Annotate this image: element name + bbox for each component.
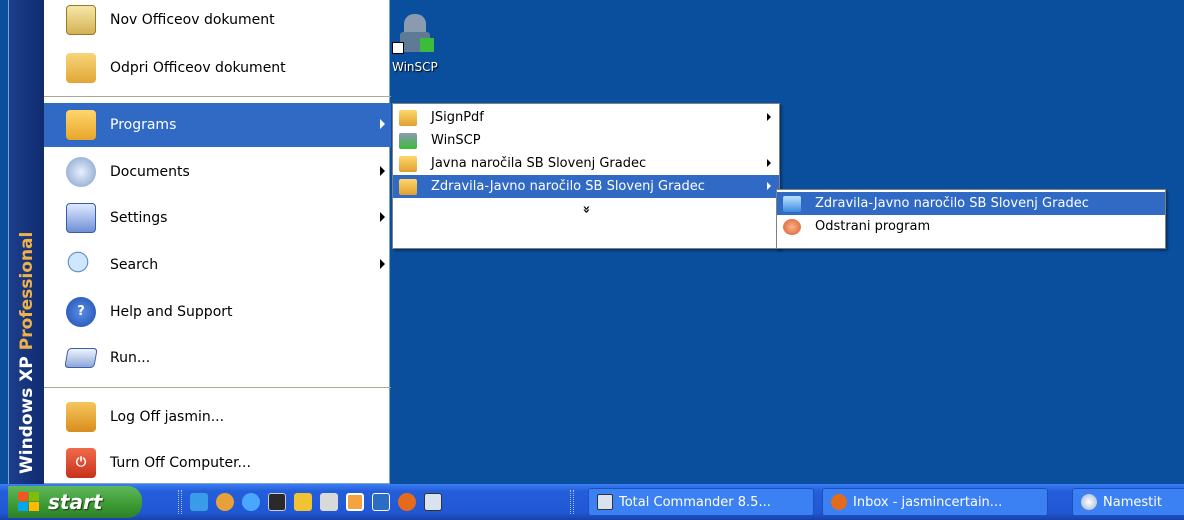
submenu-item-label: Zdravila-Javno naročilo SB Slovenj Grade… bbox=[815, 196, 1089, 211]
help-icon: ? bbox=[66, 297, 96, 327]
menu-item-documents[interactable]: Documents bbox=[44, 150, 391, 194]
menu-item-label: Search bbox=[110, 257, 159, 273]
winscp-icon bbox=[392, 14, 434, 56]
desktop-icon-label: WinSCP bbox=[392, 60, 438, 74]
submenu-item-label: Javna naročila SB Slovenj Gradec bbox=[431, 156, 647, 171]
submenu-item-winscp[interactable]: WinSCP bbox=[393, 129, 779, 152]
submenu-item-label: JSignPdf bbox=[431, 110, 484, 125]
submenu-arrow-icon bbox=[380, 259, 385, 269]
separator bbox=[44, 96, 391, 97]
submenu-item-zdravila[interactable]: Zdravila-Javno naročilo SB Slovenj Grade… bbox=[393, 175, 779, 198]
settings-icon bbox=[66, 203, 96, 233]
user-icon[interactable] bbox=[320, 493, 338, 511]
total-commander-icon bbox=[597, 494, 613, 510]
menu-item-log-off[interactable]: Log Off jasmin... bbox=[44, 395, 391, 439]
submenu-arrow-icon bbox=[767, 159, 771, 167]
submenu-arrow-icon bbox=[767, 182, 771, 190]
start-menu-banner: Windows XP Professional bbox=[9, 0, 44, 484]
zdravila-submenu: Zdravila-Javno naročilo SB Slovenj Grade… bbox=[776, 189, 1166, 249]
ie-icon[interactable] bbox=[190, 493, 208, 511]
task-label: Namestit bbox=[1103, 494, 1162, 510]
menu-item-label: Programs bbox=[110, 117, 177, 133]
banner-edition: Professional bbox=[17, 231, 37, 351]
task-namestit[interactable]: Namestit bbox=[1072, 488, 1184, 516]
submenu-item-label: WinSCP bbox=[431, 133, 481, 148]
menu-item-label: Nov Officeov dokument bbox=[110, 12, 275, 28]
banner-windows-xp: Windows XP bbox=[17, 356, 37, 474]
ie-blue-icon[interactable] bbox=[242, 493, 260, 511]
desktop-icon-winscp[interactable]: WinSCP bbox=[392, 14, 452, 74]
programs-submenu: JSignPdf WinSCP Javna naročila SB Sloven… bbox=[392, 103, 780, 249]
menu-item-label: Odpri Officeov dokument bbox=[110, 60, 286, 76]
submenu-item-javna-narocila[interactable]: Javna naročila SB Slovenj Gradec bbox=[393, 152, 779, 175]
menu-item-label: Run... bbox=[110, 350, 151, 366]
documents-icon bbox=[66, 157, 96, 187]
program-group-icon bbox=[399, 109, 417, 126]
pinned-open-office-document[interactable]: Odpri Officeov dokument bbox=[44, 46, 391, 90]
program-group-icon bbox=[399, 178, 417, 195]
task-total-commander[interactable]: Total Commander 8.5... bbox=[588, 488, 814, 516]
firefox-icon bbox=[831, 494, 847, 510]
chevron-down-icon: » bbox=[578, 205, 594, 214]
run-icon bbox=[64, 348, 98, 368]
vb-icon[interactable] bbox=[372, 493, 390, 511]
programs-icon bbox=[66, 110, 96, 140]
open-office-document-icon bbox=[66, 53, 96, 83]
menu-item-run[interactable]: Run... bbox=[44, 336, 391, 380]
expand-menu-button[interactable]: » bbox=[393, 198, 779, 221]
submenu-arrow-icon bbox=[380, 166, 385, 176]
program-group-icon bbox=[399, 155, 417, 172]
installer-icon bbox=[1081, 494, 1097, 510]
clock-icon[interactable] bbox=[346, 493, 364, 511]
new-office-document-icon bbox=[66, 5, 96, 35]
start-label: start bbox=[48, 490, 103, 514]
menu-item-label: Log Off jasmin... bbox=[110, 409, 225, 425]
submenu-arrow-icon bbox=[380, 212, 385, 222]
application-icon bbox=[783, 195, 801, 212]
start-button[interactable]: start bbox=[8, 486, 142, 518]
taskbar: start Total Commander 8.5... Inbox - jas… bbox=[0, 484, 1184, 520]
submenu-item-label: Odstrani program bbox=[815, 219, 931, 234]
taskbar-handle[interactable] bbox=[570, 490, 574, 514]
power-icon: ⏻ bbox=[66, 448, 96, 478]
firefox-icon[interactable] bbox=[398, 493, 416, 511]
task-label: Inbox - jasmincertain... bbox=[853, 494, 1003, 510]
start-menu: Windows XP Professional Nov Officeov dok… bbox=[8, 0, 391, 485]
console-icon[interactable] bbox=[268, 493, 286, 511]
task-label: Total Commander 8.5... bbox=[619, 494, 771, 510]
menu-item-label: Documents bbox=[110, 164, 190, 180]
search-icon bbox=[66, 250, 96, 280]
menu-item-search[interactable]: Search bbox=[44, 243, 391, 287]
winscp-icon bbox=[399, 132, 417, 149]
quick-launch-handle[interactable] bbox=[178, 490, 182, 514]
submenu-item-label: Zdravila-Javno naročilo SB Slovenj Grade… bbox=[431, 179, 705, 194]
menu-item-label: Help and Support bbox=[110, 304, 233, 320]
app-icon[interactable] bbox=[294, 493, 312, 511]
submenu-item-zdravila-app[interactable]: Zdravila-Javno naročilo SB Slovenj Grade… bbox=[777, 192, 1165, 215]
menu-item-label: Settings bbox=[110, 210, 168, 226]
menu-item-programs[interactable]: Programs bbox=[44, 103, 391, 147]
submenu-item-jsignpdf[interactable]: JSignPdf bbox=[393, 106, 779, 129]
task-inbox[interactable]: Inbox - jasmincertain... bbox=[822, 488, 1048, 516]
menu-item-label: Turn Off Computer... bbox=[110, 455, 251, 471]
separator bbox=[44, 387, 391, 388]
menu-item-help[interactable]: ? Help and Support bbox=[44, 290, 391, 334]
log-off-icon bbox=[66, 402, 96, 432]
uninstall-icon bbox=[783, 218, 801, 235]
submenu-arrow-icon bbox=[767, 113, 771, 121]
windows-logo-icon bbox=[18, 492, 40, 512]
submenu-arrow-icon bbox=[380, 119, 385, 129]
submenu-item-odstrani-program[interactable]: Odstrani program bbox=[777, 215, 1165, 238]
menu-item-settings[interactable]: Settings bbox=[44, 196, 391, 240]
pinned-new-office-document[interactable]: Nov Officeov dokument bbox=[44, 0, 391, 40]
menu-item-turn-off[interactable]: ⏻ Turn Off Computer... bbox=[44, 441, 391, 485]
media-icon[interactable] bbox=[216, 493, 234, 511]
floppy-icon[interactable] bbox=[424, 493, 442, 511]
